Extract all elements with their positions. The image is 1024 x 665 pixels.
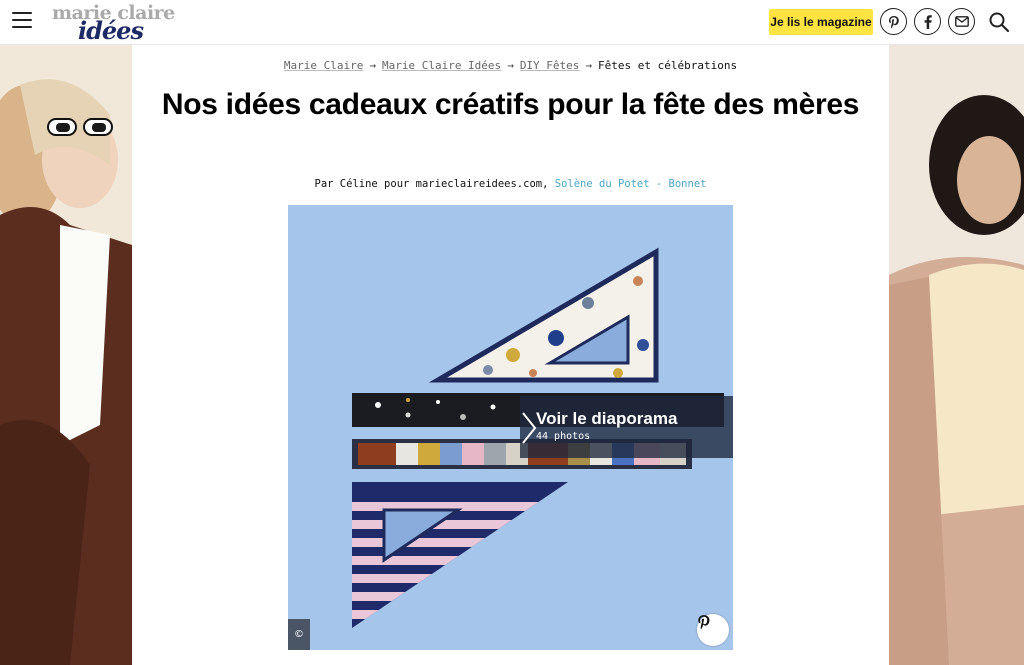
slideshow-button[interactable]: Voir le diaporama 44 photos bbox=[520, 396, 733, 458]
magazine-button[interactable]: Je lis le magazine bbox=[769, 9, 873, 35]
pinterest-icon bbox=[698, 615, 710, 630]
pin-it-button[interactable] bbox=[697, 614, 729, 646]
right-side-photo bbox=[889, 45, 1024, 665]
logo-text-bottom: idées bbox=[78, 16, 144, 45]
search-icon[interactable] bbox=[988, 11, 1010, 33]
article-column: Marie Claire → Marie Claire Idées → DIY Fête… bbox=[132, 45, 889, 665]
breadcrumb-arrow: → bbox=[585, 59, 593, 72]
hero-image[interactable]: Voir le diaporama 44 photos © bbox=[288, 205, 733, 650]
pinterest-button[interactable] bbox=[880, 8, 907, 35]
left-model-illustration bbox=[0, 45, 132, 665]
breadcrumb-arrow: → bbox=[507, 59, 514, 72]
site-logo[interactable]: marie claire idées bbox=[52, 2, 177, 45]
left-side-photo bbox=[0, 45, 132, 665]
pinterest-icon bbox=[888, 15, 899, 28]
newsletter-button[interactable] bbox=[948, 8, 975, 35]
article-title: Nos idées cadeaux créatifs pour la fête … bbox=[161, 88, 860, 121]
facebook-icon bbox=[924, 14, 932, 29]
breadcrumb-current: Fêtes et célébrations bbox=[598, 59, 738, 72]
byline: Par Céline pour marieclaireidees.com, So… bbox=[132, 178, 889, 190]
menu-icon[interactable] bbox=[12, 12, 32, 30]
breadcrumb: Marie Claire → Marie Claire Idées → DIY Fête… bbox=[132, 59, 889, 72]
mail-icon bbox=[954, 16, 969, 27]
byline-author-link[interactable]: Solène du Potet - Bonnet bbox=[555, 178, 707, 190]
facebook-button[interactable] bbox=[914, 8, 941, 35]
chevron-right-icon bbox=[522, 412, 537, 444]
breadcrumb-item-marie-claire-idees[interactable]: Marie Claire Idées bbox=[382, 59, 501, 72]
breadcrumb-item-diy-fetes[interactable]: DIY Fêtes bbox=[520, 59, 580, 72]
breadcrumb-item-marie-claire[interactable]: Marie Claire bbox=[284, 59, 363, 72]
copyright-badge: © bbox=[288, 619, 310, 650]
site-header: marie claire idées Je lis le magazine bbox=[0, 0, 1024, 45]
breadcrumb-arrow: → bbox=[369, 59, 376, 72]
byline-prefix: Par Céline pour marieclaireidees.com, bbox=[314, 178, 549, 190]
slideshow-count: 44 photos bbox=[536, 431, 591, 442]
slideshow-label: Voir le diaporama bbox=[536, 409, 678, 428]
right-model-illustration bbox=[889, 45, 1024, 665]
